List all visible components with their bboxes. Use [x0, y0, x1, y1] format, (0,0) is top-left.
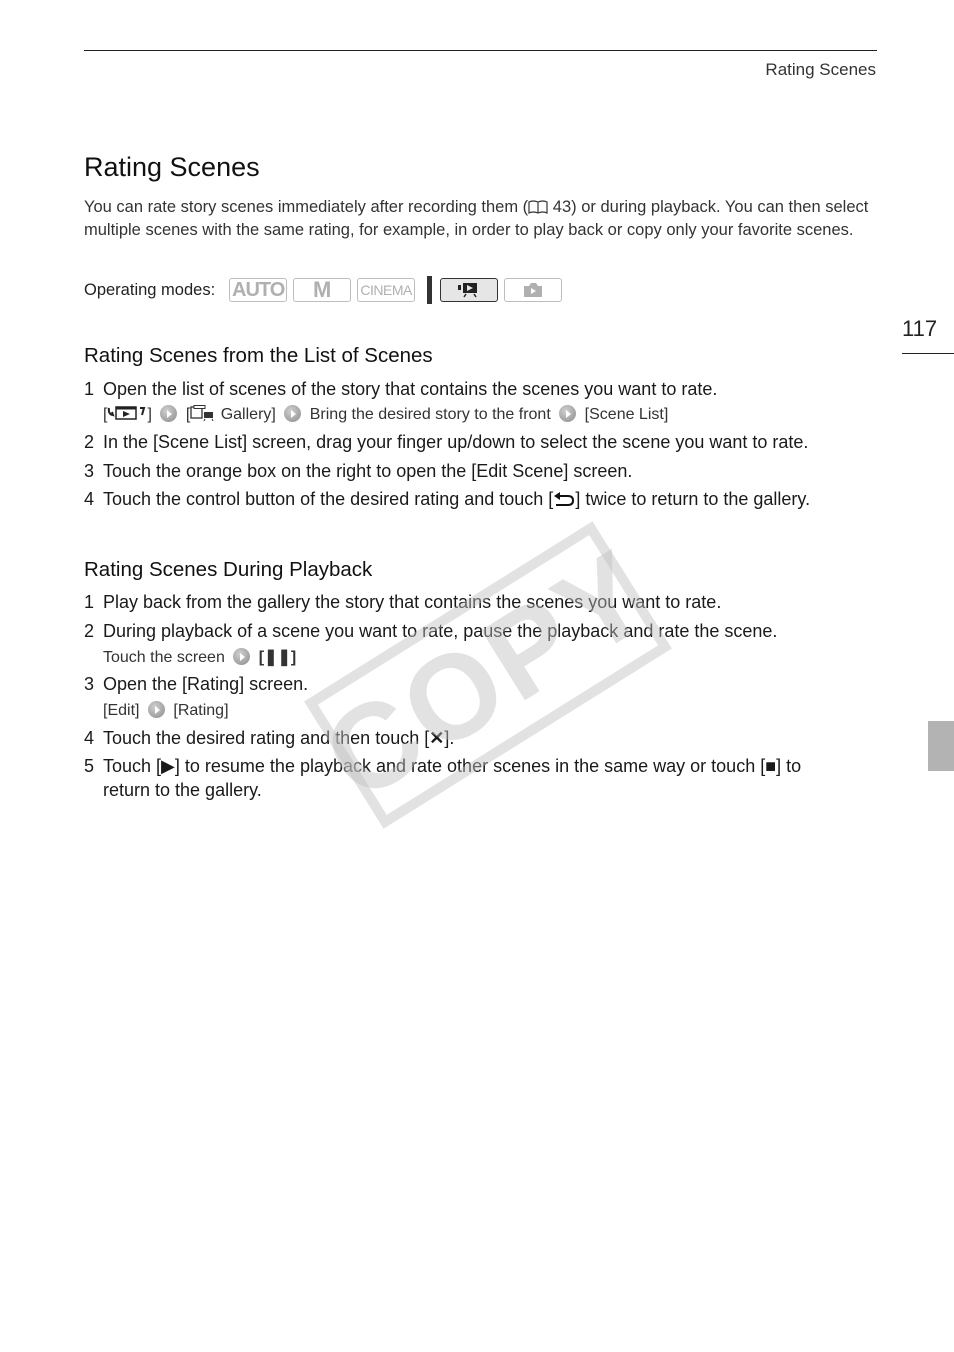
- photo-playback-icon: [524, 283, 543, 297]
- chapter-side-tab: [928, 721, 954, 771]
- gallery-label[interactable]: Gallery]: [216, 406, 276, 423]
- step-number: 2: [84, 621, 95, 641]
- operating-modes: Operating modes: AUTO M CINEMA: [84, 275, 568, 305]
- page-title: Rating Scenes: [84, 152, 260, 182]
- close-icon[interactable]: ✕: [429, 728, 444, 748]
- step-number: 3: [84, 674, 95, 694]
- step-text: Play back from the gallery the story tha…: [103, 592, 722, 612]
- step-text: Open the [Rating] screen.: [103, 674, 309, 694]
- page-number-rule: [902, 353, 954, 354]
- step-text: Touch the desired rating and then touch …: [103, 728, 430, 748]
- step-2-navigation: Touch the screen [❚❚]: [103, 647, 296, 667]
- stop-icon[interactable]: ■: [765, 756, 776, 776]
- mode-cinema-badge: CINEMA: [357, 278, 416, 302]
- step-text-cont: ] to resume the playback and rate other …: [174, 756, 766, 776]
- step-number: 4: [84, 489, 95, 509]
- step-text: During playback of a scene you want to r…: [103, 621, 778, 641]
- play-icon[interactable]: ▶: [161, 756, 175, 776]
- operating-modes-label: Operating modes:: [84, 280, 216, 299]
- return-icon[interactable]: [553, 491, 575, 507]
- step-text: Touch the control button of the desired …: [103, 489, 554, 509]
- mode-movie-playback-badge: [440, 278, 499, 302]
- step-text-cont: ] twice to return to the gallery.: [575, 489, 811, 509]
- header-rule: [84, 50, 877, 51]
- arrow-icon: [160, 405, 178, 422]
- edit-label[interactable]: [Edit]: [103, 702, 139, 719]
- mode-auto-badge: AUTO: [229, 278, 288, 302]
- arrow-icon: [284, 405, 302, 422]
- gallery-icon: [190, 405, 214, 422]
- pause-button-label[interactable]: [❚❚]: [259, 649, 296, 666]
- step-text-cont: ] to: [776, 756, 802, 776]
- step-1-list: 1 Open the list of scenes of the story th…: [84, 379, 717, 400]
- step-text-cont: ].: [444, 728, 455, 748]
- mode-photo-playback-badge: [504, 278, 563, 302]
- step-3-navigation: [Edit] [Rating]: [103, 701, 229, 720]
- step-number: 5: [84, 756, 95, 776]
- rating-label[interactable]: [Rating]: [173, 702, 228, 719]
- step-3-playback: 3 Open the [Rating] screen.: [84, 674, 308, 695]
- arrow-icon: [559, 405, 577, 422]
- scene-list-label[interactable]: [Scene List]: [585, 406, 669, 423]
- step-text: Touch [: [103, 756, 162, 776]
- step-5-playback-line2: return to the gallery.: [103, 780, 262, 800]
- step-text: Open the list of scenes of the story tha…: [103, 379, 718, 399]
- step-number: 1: [84, 379, 95, 399]
- navigation-step-text: Bring the desired story to the front: [309, 406, 551, 423]
- section-heading-during-playback: Rating Scenes During Playback: [84, 558, 373, 581]
- arrow-icon: [147, 701, 165, 718]
- step-text: Touch the orange box on the right to ope…: [103, 461, 633, 481]
- navigation-step-text: Touch the screen: [103, 649, 225, 666]
- movie-playback-icon: [458, 283, 478, 298]
- running-title: Rating Scenes: [765, 60, 876, 79]
- intro-text: You can rate story scenes immediately af…: [84, 198, 529, 216]
- modes-separator: [427, 276, 433, 304]
- step-3-list: 3 Touch the orange box on the right to op…: [84, 461, 632, 482]
- book-reference-icon: [528, 200, 548, 214]
- mode-manual-badge: M: [293, 277, 352, 302]
- step-2-playback: 2 During playback of a scene you want to …: [84, 621, 777, 642]
- section-heading-list-of-scenes: Rating Scenes from the List of Scenes: [84, 344, 433, 367]
- intro-paragraph: You can rate story scenes immediately af…: [84, 196, 879, 241]
- bracket: ]: [147, 406, 152, 423]
- step-1-navigation: [] [ Gallery] Bring the desired story to…: [103, 405, 668, 424]
- step-number: 3: [84, 461, 95, 481]
- step-1-playback: 1 Play back from the gallery the story th…: [84, 592, 721, 613]
- step-5-playback: 5 Touch [▶] to resume the playback and ra…: [84, 756, 801, 777]
- step-text: In the [Scene List] screen, drag your fi…: [103, 432, 809, 452]
- step-number: 2: [84, 432, 95, 452]
- step-4-playback: 4 Touch the desired rating and then touch…: [84, 728, 454, 749]
- page-number: 117: [902, 316, 938, 341]
- step-2-list: 2 In the [Scene List] screen, drag your f…: [84, 432, 808, 453]
- step-number: 1: [84, 592, 95, 612]
- reference-page[interactable]: 43: [553, 198, 571, 216]
- step-number: 4: [84, 728, 95, 748]
- step-4-list: 4 Touch the control button of the desired…: [84, 489, 810, 510]
- playback-button-icon[interactable]: [107, 405, 147, 421]
- arrow-icon: [233, 648, 251, 665]
